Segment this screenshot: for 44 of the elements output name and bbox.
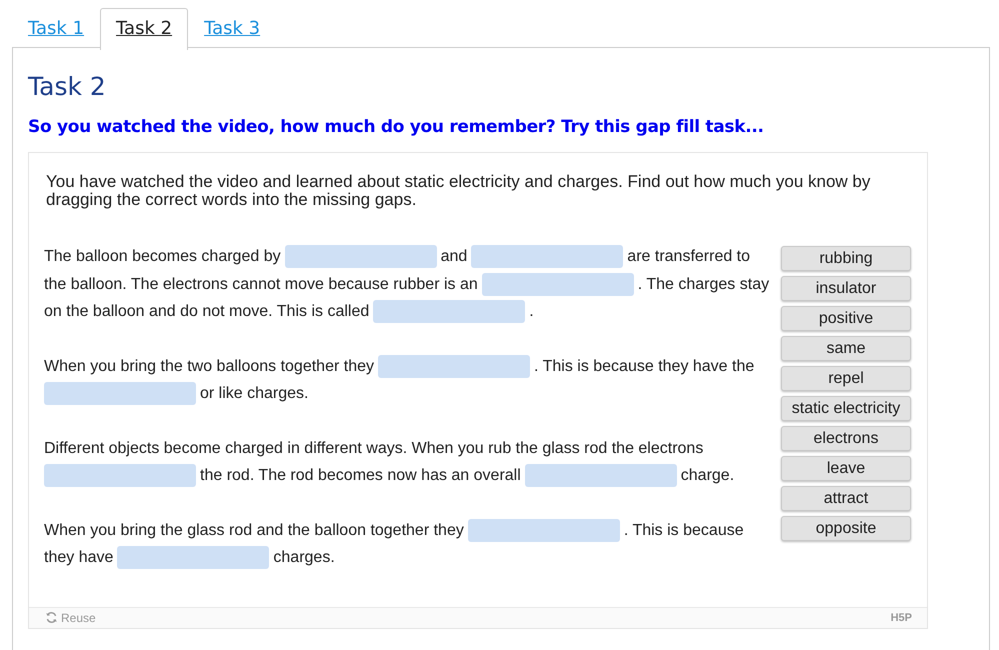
sentence-text: charges.	[273, 548, 335, 568]
sentence-text: charge.	[680, 466, 734, 486]
instructions: You have watched the video and learned about static electricity and charges. Find out how much you know by dragging the correct words into the missing gaps.	[45, 171, 872, 209]
sentence-text: When you bring the glass rod and the balloon together they	[44, 520, 464, 540]
sentence-text: the balloon. The electrons cannot move because rubber is an	[44, 274, 478, 294]
word-chip[interactable]: positive	[781, 306, 911, 331]
word-chip[interactable]: attract	[781, 486, 911, 511]
tab[interactable]: Task 1	[12, 8, 100, 49]
sentence-text: are transferred to	[627, 247, 750, 267]
word-chip[interactable]: leave	[781, 456, 911, 481]
word-chip[interactable]: electrons	[781, 426, 911, 451]
task-title: Task 2	[28, 72, 107, 101]
sentence-text: Different objects become charged in different ways. When you rub the glass rod the electrons	[44, 438, 704, 458]
word-chip[interactable]: insulator	[781, 276, 911, 301]
sentence-text: on the balloon and do not move. This is called	[44, 302, 370, 322]
tab[interactable]: Task 3	[188, 8, 276, 49]
sentence-text: . The charges stay	[638, 274, 770, 294]
word-chip[interactable]: repel	[781, 366, 911, 391]
sentence-text: .	[529, 302, 534, 322]
drop-gap[interactable]	[44, 464, 196, 488]
word-chip[interactable]: rubbing	[781, 246, 911, 271]
drop-gap[interactable]	[471, 245, 624, 268]
drop-gap[interactable]	[468, 518, 620, 542]
sentence-text: they have	[44, 548, 114, 568]
drop-gap[interactable]	[524, 464, 677, 488]
word-chip[interactable]: same	[781, 336, 911, 361]
task-subtitle: So you watched the video, how much do you remember? Try this gap fill task...	[28, 117, 765, 137]
drop-gap[interactable]	[482, 272, 634, 296]
sentence-text: or like charges.	[200, 384, 308, 404]
word-chip[interactable]: opposite	[781, 516, 911, 541]
drop-gap[interactable]	[44, 382, 196, 406]
word-chip[interactable]: static electricity	[781, 396, 911, 421]
sentence-text: . This is because they have the	[534, 356, 754, 376]
sentence-text: When you bring the two balloons together they	[44, 356, 374, 376]
drop-gap[interactable]	[373, 300, 526, 324]
drop-gap[interactable]	[378, 354, 530, 378]
sentence-text: and	[440, 247, 468, 267]
refresh-icon	[45, 611, 58, 624]
drop-gap[interactable]	[284, 245, 437, 268]
sentence-text: . This is because	[624, 520, 744, 540]
sentence-text: The balloon becomes charged by	[44, 247, 281, 267]
drop-gap[interactable]	[117, 546, 270, 570]
tab[interactable]: Task 2	[100, 8, 188, 50]
sentence-text: the rod. The rod becomes now has an overall	[200, 466, 521, 486]
